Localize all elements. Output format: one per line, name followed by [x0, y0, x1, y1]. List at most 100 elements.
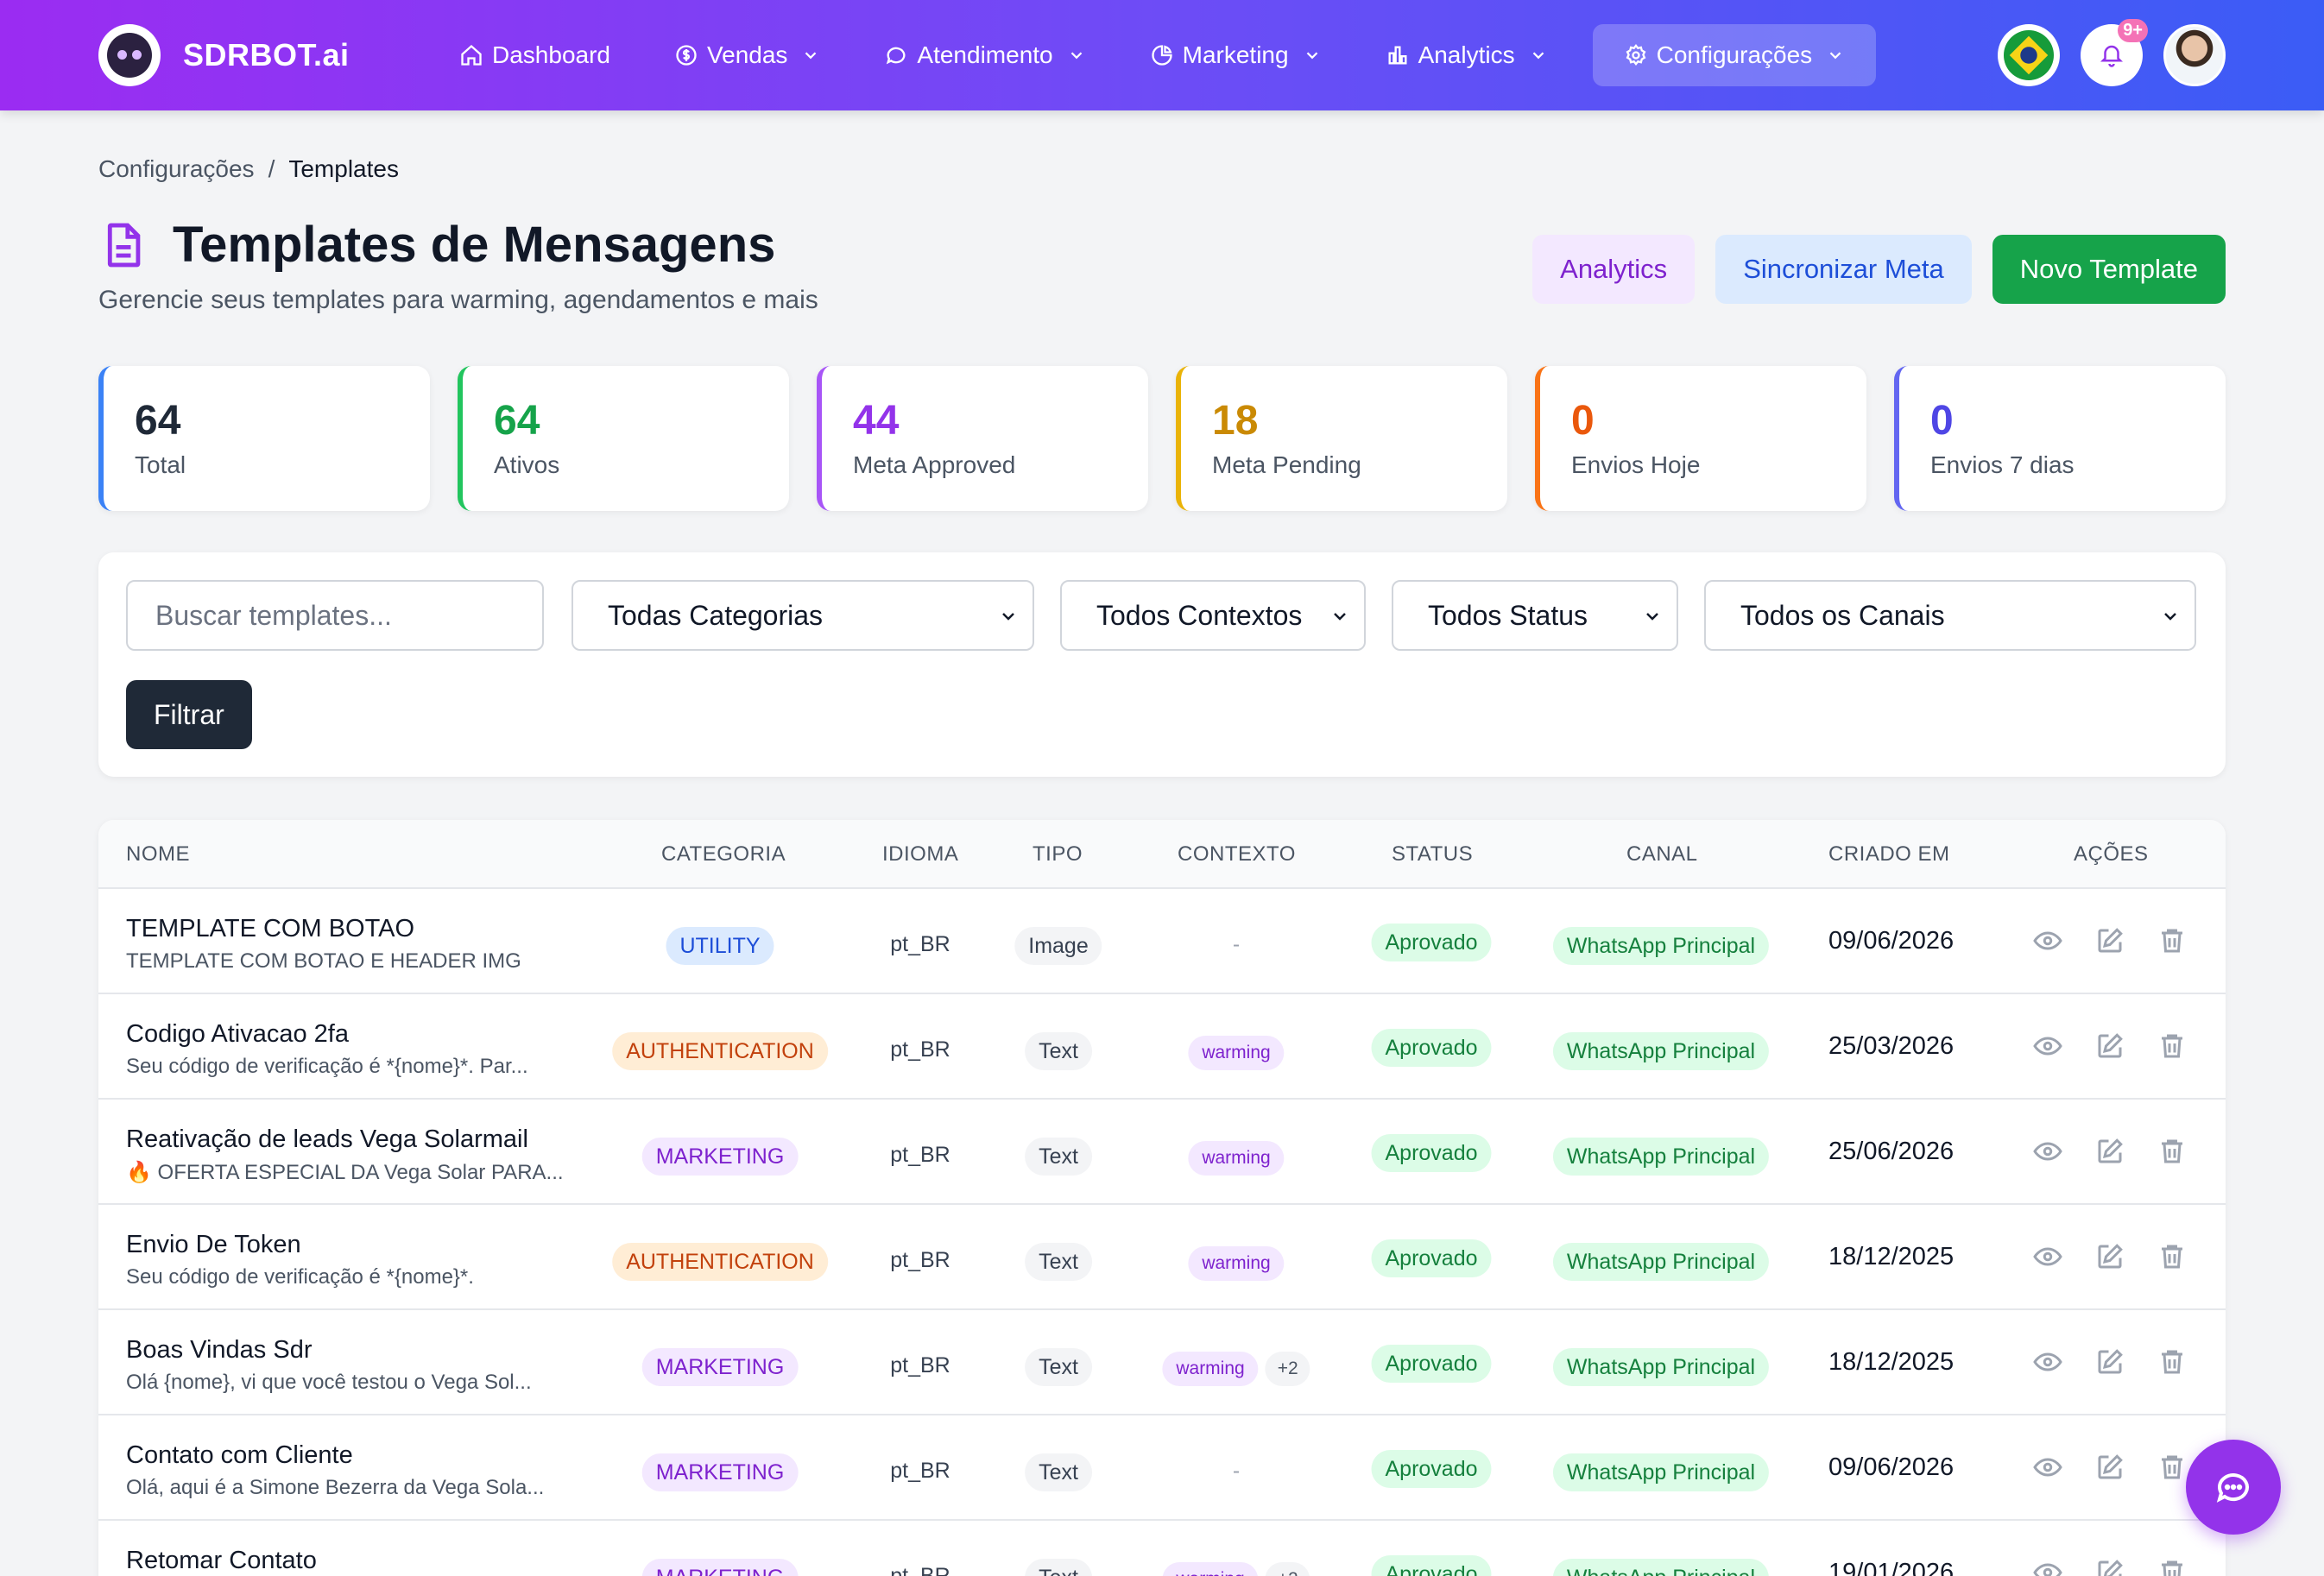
edit-icon[interactable] [2094, 1557, 2125, 1576]
search-input[interactable]: Buscar templates... [126, 580, 544, 651]
view-eye-icon[interactable] [2032, 1031, 2063, 1062]
chevron-down-icon [1334, 613, 1346, 621]
nav-item-dashboard[interactable]: Dashboard [440, 24, 629, 86]
table-row[interactable]: Reativação de leads Vega Solarmail 🔥 OFE… [98, 1098, 2226, 1203]
analytics-button[interactable]: Analytics [1532, 235, 1696, 304]
view-eye-icon[interactable] [2032, 1557, 2063, 1576]
edit-icon[interactable] [2094, 1241, 2125, 1272]
column-header: AÇÕES [2074, 842, 2149, 866]
chevron-down-icon [2164, 613, 2176, 621]
type-badge: Text [1025, 1032, 1092, 1070]
template-name[interactable]: Codigo Ativacao 2fa [126, 1020, 349, 1049]
template-name[interactable]: TEMPLATE COM BOTAO [126, 915, 414, 943]
view-eye-icon[interactable] [2032, 1346, 2063, 1377]
type-badge: Text [1025, 1348, 1092, 1386]
pie-chart-icon [1151, 45, 1172, 66]
context-tags: warming [1188, 1036, 1285, 1070]
created-date: 25/06/2026 [1828, 1138, 1955, 1165]
trash-icon[interactable] [2157, 1136, 2188, 1167]
trash-icon[interactable] [2157, 1557, 2188, 1576]
language-code: pt_BR [890, 1248, 950, 1272]
column-header: NOME [126, 842, 190, 866]
template-name[interactable]: Envio De Token [126, 1231, 301, 1259]
template-name[interactable]: Contato com Cliente [126, 1441, 353, 1470]
chat-icon [887, 47, 906, 65]
trash-icon[interactable] [2157, 1031, 2188, 1062]
edit-icon[interactable] [2094, 1136, 2125, 1167]
brand[interactable]: SDRBOT.ai [98, 24, 350, 86]
channel-select[interactable]: Todos os Canais [1704, 580, 2196, 651]
notifications-button[interactable]: 9+ [2081, 19, 2148, 86]
channel-badge: WhatsApp Principal [1552, 927, 1770, 965]
channel-badge: WhatsApp Principal [1552, 1453, 1770, 1491]
column-header: CONTEXTO [1178, 842, 1296, 866]
type-badge: Text [1025, 1138, 1092, 1176]
gear-icon [1626, 44, 1646, 66]
context-more-badge[interactable]: +2 [1265, 1562, 1310, 1576]
table-row[interactable]: Contato com Cliente Olá, aqui é a Simone… [98, 1414, 2226, 1519]
channel-badge: WhatsApp Principal [1552, 1348, 1770, 1386]
stat-value: 64 [135, 398, 181, 444]
category-select[interactable]: Todas Categorias [572, 580, 1034, 651]
edit-icon[interactable] [2094, 1452, 2125, 1483]
context-tag: warming [1188, 1246, 1285, 1281]
template-name[interactable]: Boas Vindas Sdr [126, 1336, 313, 1365]
type-badge: Image [1014, 927, 1102, 965]
breadcrumb-parent-link[interactable]: Configurações [98, 155, 255, 183]
created-date: 18/12/2025 [1828, 1348, 1955, 1376]
column-header: TIPO [1033, 842, 1083, 866]
context-more-badge[interactable]: +2 [1265, 1352, 1310, 1386]
created-date: 25/03/2026 [1828, 1032, 1955, 1060]
edit-icon[interactable] [2094, 1031, 2125, 1062]
template-preview: Seu código de verificação é *{nome}*. [126, 1265, 474, 1289]
template-name[interactable]: Retomar Contato [126, 1547, 317, 1575]
context-tags: warming [1188, 1141, 1285, 1176]
table-row[interactable]: Boas Vindas Sdr Olá {nome}, vi que você … [98, 1308, 2226, 1414]
view-eye-icon[interactable] [2032, 1452, 2063, 1483]
templates-table: NOME CATEGORIA IDIOMA TIPO CONTEXTO STAT… [98, 820, 2226, 1576]
column-header: STATUS [1392, 842, 1474, 866]
table-row[interactable]: Retomar Contato MARKETING pt_BR Text war… [98, 1519, 2226, 1576]
trash-icon[interactable] [2157, 1452, 2188, 1483]
sync-meta-button[interactable]: Sincronizar Meta [1715, 235, 1972, 304]
chevron-down-icon [1532, 52, 1544, 60]
language-code: pt_BR [890, 1353, 950, 1377]
status-select[interactable]: Todos Status [1392, 580, 1678, 651]
trash-icon[interactable] [2157, 1346, 2188, 1377]
new-template-button[interactable]: Novo Template [1992, 235, 2226, 304]
table-row[interactable]: Codigo Ativacao 2fa Seu código de verifi… [98, 993, 2226, 1098]
view-eye-icon[interactable] [2032, 925, 2063, 956]
nav-item-configuracoes[interactable]: Configurações [1592, 24, 1877, 86]
row-actions [2032, 1346, 2188, 1377]
nav-item-vendas[interactable]: Vendas [655, 24, 839, 86]
view-eye-icon[interactable] [2032, 1136, 2063, 1167]
user-avatar[interactable] [2163, 24, 2226, 86]
chevron-down-icon [1070, 52, 1082, 60]
column-header: CRIADO EM [1828, 842, 1950, 866]
context-select[interactable]: Todos Contextos [1060, 580, 1366, 651]
edit-icon[interactable] [2094, 925, 2125, 956]
nav-item-atendimento[interactable]: Atendimento [865, 24, 1104, 86]
nav-item-analytics[interactable]: Analytics [1367, 24, 1567, 86]
language-selector[interactable] [1998, 24, 2060, 86]
trash-icon[interactable] [2157, 925, 2188, 956]
table-row[interactable]: Envio De Token Seu código de verificação… [98, 1203, 2226, 1308]
chat-support-button[interactable] [2186, 1440, 2281, 1535]
nav-item-marketing[interactable]: Marketing [1131, 24, 1341, 86]
view-eye-icon[interactable] [2032, 1241, 2063, 1272]
nav-label: Vendas [706, 41, 788, 68]
language-code: pt_BR [890, 1143, 950, 1167]
template-name[interactable]: Reativação de leads Vega Solarmail [126, 1125, 528, 1154]
created-date: 19/01/2026 [1828, 1559, 1955, 1576]
table-row[interactable]: TEMPLATE COM BOTAO TEMPLATE COM BOTAO E … [98, 887, 2226, 993]
template-preview: Seu código de verificação é *{nome}*. Pa… [126, 1055, 528, 1078]
stat-card-total: 64 Total [98, 366, 430, 511]
chat-bubble-icon [2216, 1473, 2249, 1503]
home-icon [461, 44, 482, 66]
notification-count-badge: 9+ [2118, 19, 2148, 42]
trash-icon[interactable] [2157, 1241, 2188, 1272]
stat-label: Meta Pending [1212, 451, 1361, 478]
filter-button[interactable]: Filtrar [126, 680, 252, 749]
edit-icon[interactable] [2094, 1346, 2125, 1377]
status-badge: Aprovado [1371, 1555, 1492, 1576]
